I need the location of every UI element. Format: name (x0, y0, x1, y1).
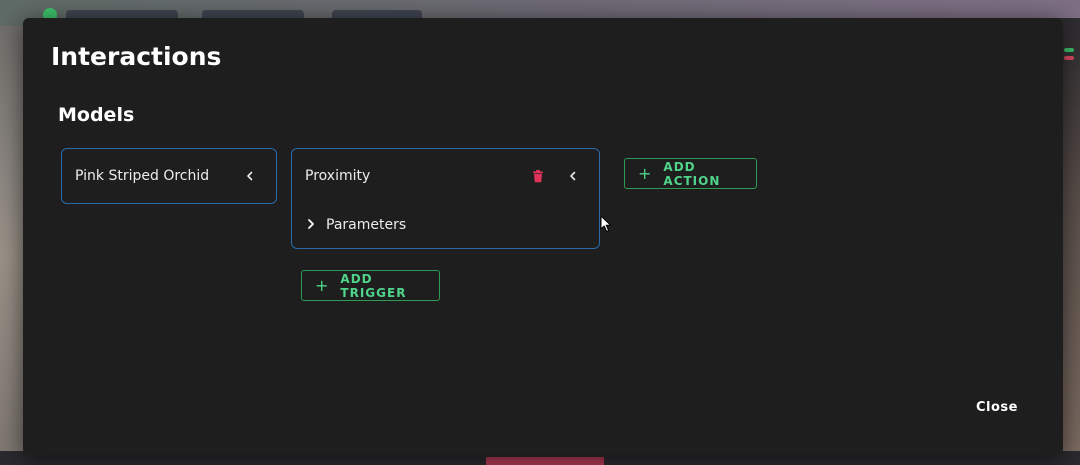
status-pill-icon (1064, 48, 1074, 52)
parameters-toggle[interactable]: Parameters (306, 215, 406, 234)
section-title-models: Models (58, 104, 135, 126)
background-bottom-highlight (486, 457, 604, 465)
plus-icon: + (638, 163, 653, 183)
mouse-cursor-icon (600, 215, 612, 237)
parameters-label: Parameters (326, 216, 407, 233)
chevron-left-icon[interactable] (563, 166, 583, 186)
trigger-card-label: Proximity (305, 168, 371, 184)
interactions-modal: Interactions Models Pink Striped Orchid … (23, 18, 1063, 455)
chevron-right-icon (306, 215, 316, 234)
add-trigger-button[interactable]: + ADD TRIGGER (301, 270, 440, 301)
model-card-label: Pink Striped Orchid (75, 168, 210, 184)
add-action-label: ADD ACTION (663, 159, 721, 188)
close-button[interactable]: Close (970, 396, 1024, 419)
status-pill-icon (1064, 56, 1074, 60)
plus-icon: + (315, 275, 330, 295)
add-action-button[interactable]: + ADD ACTION (624, 158, 757, 189)
model-card[interactable]: Pink Striped Orchid (61, 148, 277, 204)
add-trigger-label: ADD TRIGGER (340, 271, 407, 300)
modal-title: Interactions (51, 42, 222, 71)
trigger-card[interactable]: Proximity Parameters (291, 148, 600, 249)
trash-icon[interactable] (529, 167, 547, 185)
chevron-left-icon[interactable] (240, 166, 260, 186)
